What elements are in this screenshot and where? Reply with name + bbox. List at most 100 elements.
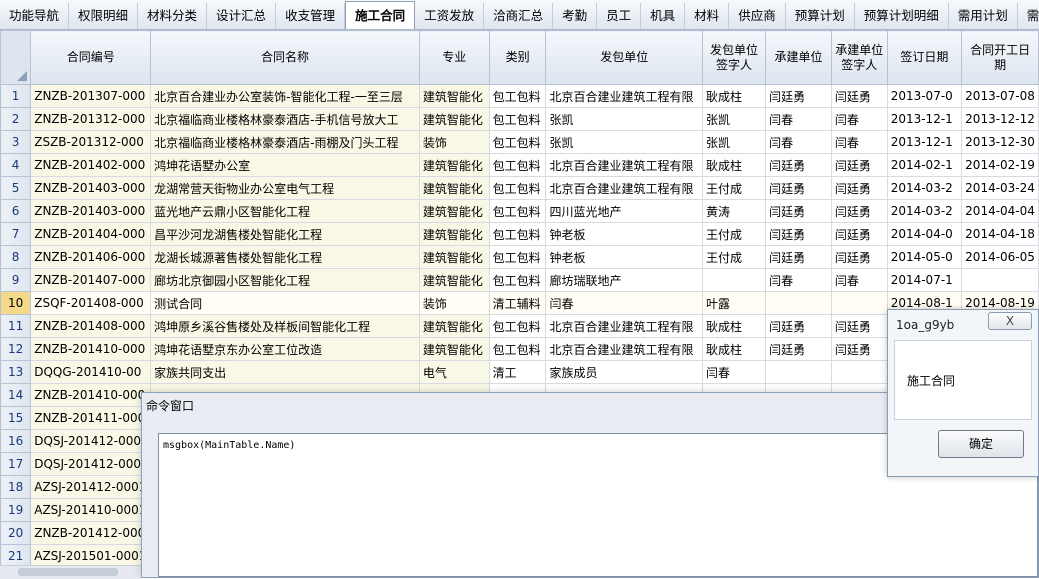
tab-5[interactable]: 施工合同	[345, 1, 416, 29]
table-cell[interactable]: ZNZB-201404-000	[30, 222, 152, 246]
table-cell[interactable]: 闫廷勇	[765, 199, 832, 223]
table-cell[interactable]: ZNZB-201412-000	[30, 521, 152, 545]
table-cell[interactable]: 包工包料	[488, 176, 547, 200]
table-cell[interactable]: 闫廷勇	[830, 314, 888, 338]
table-cell[interactable]: 包工包料	[488, 107, 547, 131]
table-cell[interactable]: AZSJ-201410-0001	[30, 498, 152, 522]
row-number[interactable]: 19	[0, 498, 32, 522]
table-cell[interactable]: 清工	[488, 360, 547, 384]
table-row[interactable]: 1 ZNZB-201307-000 北京百合建业办公室装饰-智能化工程-一至三层 建筑…	[0, 84, 1039, 108]
table-cell[interactable]	[830, 291, 888, 315]
table-cell[interactable]: 张凯	[701, 130, 767, 154]
table-cell[interactable]: 鸿坤原乡溪谷售楼处及样板间智能化工程	[150, 314, 420, 338]
table-cell[interactable]: 2014-02-19	[961, 153, 1039, 177]
table-cell[interactable]: 闫廷勇	[830, 84, 888, 108]
column-header[interactable]: 专业	[418, 30, 490, 85]
table-cell[interactable]: 建筑智能化	[418, 153, 490, 177]
row-number[interactable]: 4	[0, 153, 32, 177]
table-cell[interactable]: 家族成员	[545, 360, 703, 384]
table-cell[interactable]: 2013-07-08	[961, 84, 1039, 108]
table-cell[interactable]: 北京百合建业建筑工程有限	[545, 314, 703, 338]
column-header[interactable]: 承建单位签字人	[830, 30, 888, 85]
table-cell[interactable]	[765, 360, 832, 384]
table-cell[interactable]: ZNZB-201407-000	[30, 268, 152, 292]
table-cell[interactable]: 闫廷勇	[765, 337, 832, 361]
table-cell[interactable]: ZSZB-201312-000	[30, 130, 152, 154]
table-cell[interactable]: 闫廷勇	[830, 337, 888, 361]
table-cell[interactable]: 装饰	[418, 130, 490, 154]
table-cell[interactable]: 王付成	[701, 176, 767, 200]
table-row[interactable]: 13 DQQG-201410-00 家族共同支出 电气 清工 家族成员 闫春	[0, 360, 1039, 384]
table-cell[interactable]: 北京百合建业办公室装饰-智能化工程-一至三层	[150, 84, 420, 108]
table-cell[interactable]: 闫廷勇	[765, 314, 832, 338]
tab-12[interactable]: 供应商	[729, 3, 786, 29]
close-button[interactable]: X	[988, 312, 1032, 330]
table-row[interactable]: 6 ZNZB-201403-000 蓝光地产云鼎小区智能化工程 建筑智能化 包工包料 四川…	[0, 199, 1039, 223]
column-header[interactable]: 签订日期	[886, 30, 963, 85]
table-cell[interactable]: 闫春	[701, 360, 767, 384]
table-cell[interactable]: 包工包料	[488, 130, 547, 154]
table-row[interactable]: 8 ZNZB-201406-000 龙湖长城源著售楼处智能化工程 建筑智能化 包工包料钟…	[0, 245, 1039, 269]
table-cell[interactable]: 黄涛	[701, 199, 767, 223]
row-number[interactable]: 20	[0, 521, 32, 545]
table-cell[interactable]: 2014-04-18	[961, 222, 1039, 246]
tab-10[interactable]: 机具	[641, 3, 686, 29]
column-header[interactable]: 类别	[488, 30, 547, 85]
table-cell[interactable]: 2014-02-1	[886, 153, 963, 177]
table-cell[interactable]: 包工包料	[488, 222, 547, 246]
table-cell[interactable]: 钟老板	[545, 245, 703, 269]
row-number[interactable]: 2	[0, 107, 32, 131]
row-number[interactable]: 10	[0, 291, 32, 315]
table-row[interactable]: 7 ZNZB-201404-000 昌平沙河龙湖售楼处智能化工程 建筑智能化 包工包料钟…	[0, 222, 1039, 246]
scrollbar-thumb[interactable]	[18, 568, 118, 576]
table-cell[interactable]: 闫廷勇	[830, 153, 888, 177]
table-cell[interactable]: 闫廷勇	[765, 176, 832, 200]
table-cell[interactable]: 昌平沙河龙湖售楼处智能化工程	[150, 222, 420, 246]
table-cell[interactable]: 闫春	[765, 130, 832, 154]
row-number[interactable]: 18	[0, 475, 32, 499]
table-cell[interactable]: 北京福临商业楼格林豪泰酒店-雨棚及门头工程	[150, 130, 420, 154]
table-cell[interactable]: 闫廷勇	[830, 199, 888, 223]
row-number[interactable]: 17	[0, 452, 32, 476]
table-cell[interactable]: 2013-12-1	[886, 107, 963, 131]
table-cell[interactable]: 龙湖常营天街物业办公室电气工程	[150, 176, 420, 200]
table-cell[interactable]: 闫春	[765, 107, 832, 131]
table-cell[interactable]: 北京百合建业建筑工程有限	[545, 337, 703, 361]
table-cell[interactable]: 包工包料	[488, 245, 547, 269]
tab-2[interactable]: 材料分类	[138, 3, 208, 29]
table-cell[interactable]: ZNZB-201312-000	[30, 107, 152, 131]
tab-8[interactable]: 考勤	[553, 3, 598, 29]
table-cell[interactable]: DQSJ-201412-000	[30, 429, 152, 453]
table-cell[interactable]: 闫春	[830, 268, 888, 292]
tab-3[interactable]: 设计汇总	[207, 3, 277, 29]
table-cell[interactable]: 廊坊北京御园小区智能化工程	[150, 268, 420, 292]
tab-6[interactable]: 工资发放	[415, 3, 485, 29]
table-row[interactable]: 5 ZNZB-201403-000 龙湖常营天街物业办公室电气工程 建筑智能化 包工包料…	[0, 176, 1039, 200]
table-row[interactable]: 2 ZNZB-201312-000 北京福临商业楼格林豪泰酒店-手机信号放大工 建筑智…	[0, 107, 1039, 131]
table-cell[interactable]: 2014-03-2	[886, 176, 963, 200]
table-row[interactable]: 10 ZSQF-201408-000 测试合同 装饰 清工辅料 闫春 叶露 2014-08-1…	[0, 291, 1039, 315]
table-cell[interactable]: 2014-03-24	[961, 176, 1039, 200]
row-number[interactable]: 14	[0, 383, 32, 407]
table-cell[interactable]: 闫春	[830, 130, 888, 154]
select-all-corner[interactable]	[0, 30, 32, 85]
table-cell[interactable]: 2013-12-30	[961, 130, 1039, 154]
table-cell[interactable]: 闫廷勇	[765, 222, 832, 246]
table-cell[interactable]: 王付成	[701, 245, 767, 269]
column-header[interactable]: 承建单位	[765, 30, 832, 85]
table-cell[interactable]: 闫廷勇	[765, 84, 832, 108]
table-cell[interactable]: 2014-03-2	[886, 199, 963, 223]
table-cell[interactable]: 2014-04-0	[886, 222, 963, 246]
table-cell[interactable]: 闫廷勇	[765, 153, 832, 177]
row-number[interactable]: 5	[0, 176, 32, 200]
table-cell[interactable]: AZSJ-201412-0001	[30, 475, 152, 499]
table-cell[interactable]: 包工包料	[488, 153, 547, 177]
table-cell[interactable]: 2014-07-1	[886, 268, 963, 292]
tab-15[interactable]: 需用计划	[949, 3, 1018, 29]
table-cell[interactable]: 闫廷勇	[830, 222, 888, 246]
table-cell[interactable]: 包工包料	[488, 84, 547, 108]
table-cell[interactable]: 建筑智能化	[418, 245, 490, 269]
table-cell[interactable]: 2014-05-0	[886, 245, 963, 269]
table-cell[interactable]: DQSJ-201412-000	[30, 452, 152, 476]
table-cell[interactable]: 四川蓝光地产	[545, 199, 703, 223]
